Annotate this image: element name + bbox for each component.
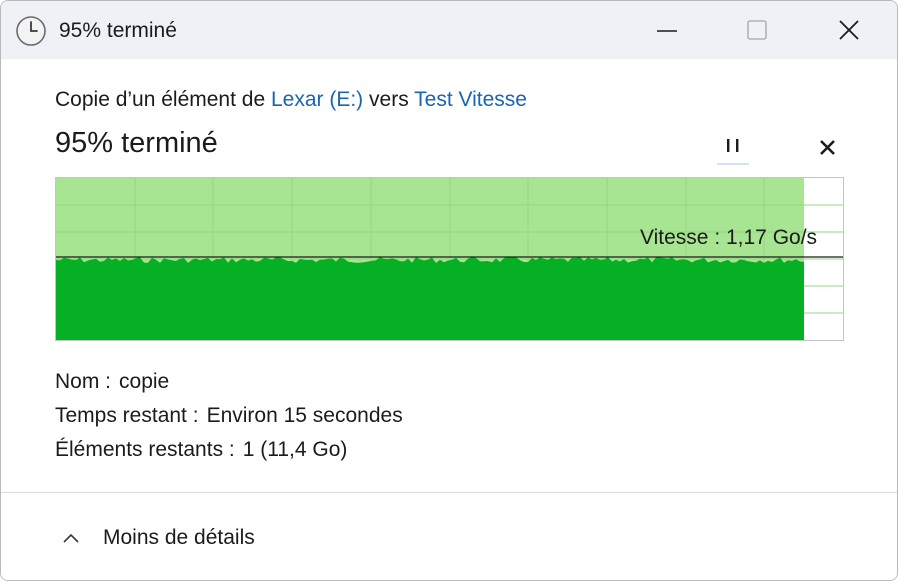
transfer-speed-graph: Vitesse : 1,17 Go/s xyxy=(55,177,844,341)
detail-time-value: Environ 15 secondes xyxy=(206,404,403,427)
progress-title: 95% terminé xyxy=(55,127,218,159)
copy-description: Copie d’un élément de Lexar (E:) vers Te… xyxy=(55,88,527,112)
copy-middle: vers xyxy=(363,88,415,111)
maximize-icon xyxy=(747,20,767,40)
detail-name-value: copie xyxy=(119,370,170,393)
speed-graph-canvas xyxy=(56,178,843,340)
chevron-up-icon xyxy=(63,533,79,543)
detail-items-value: 1 (11,4 Go) xyxy=(242,438,348,461)
detail-items-row: Éléments restants : 1 (11,4 Go) xyxy=(55,433,403,467)
source-link[interactable]: Lexar (E:) xyxy=(271,88,363,111)
less-details-label: Moins de détails xyxy=(103,526,255,549)
less-details-toggle[interactable]: Moins de détails xyxy=(61,523,255,553)
throughput-area xyxy=(56,257,804,340)
copy-progress-window: 95% terminé Copie d’un élément de Lexar … xyxy=(0,0,898,581)
pause-icon xyxy=(727,139,739,152)
dialog-content: Copie d’un élément de Lexar (E:) vers Te… xyxy=(1,59,897,491)
copy-details: Nom : copie Temps restant : Environ 15 sec… xyxy=(55,365,403,467)
maximize-button xyxy=(711,1,803,59)
pause-button[interactable] xyxy=(713,131,753,167)
dialog-footer: Moins de détails xyxy=(1,492,897,580)
detail-time-row: Temps restant : Environ 15 secondes xyxy=(55,399,403,433)
copy-prefix: Copie d’un élément de xyxy=(55,88,271,111)
speed-label: Vitesse : 1,17 Go/s xyxy=(640,226,818,249)
close-icon xyxy=(839,20,859,40)
pause-focus-underline xyxy=(717,163,749,165)
clock-icon xyxy=(16,16,46,46)
detail-name-row: Nom : copie xyxy=(55,365,403,399)
cancel-x-icon xyxy=(820,140,835,155)
destination-link[interactable]: Test Vitesse xyxy=(414,88,527,111)
detail-name-label: Nom : xyxy=(55,370,112,393)
close-window-button[interactable] xyxy=(803,1,895,59)
detail-items-label: Éléments restants : xyxy=(55,438,235,461)
window-title: 95% terminé xyxy=(59,19,177,42)
title-bar[interactable]: 95% terminé xyxy=(1,1,897,59)
minimize-icon xyxy=(657,30,677,32)
detail-time-label: Temps restant : xyxy=(55,404,199,427)
minimize-button[interactable] xyxy=(621,1,713,59)
cancel-button[interactable] xyxy=(807,133,847,169)
